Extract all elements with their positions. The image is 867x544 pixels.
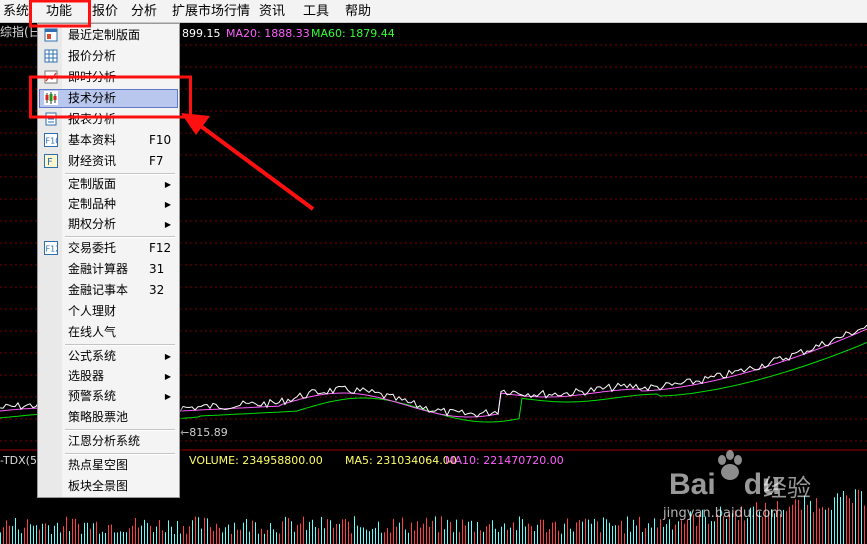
watermark-brand: Bai — [669, 468, 716, 501]
highlight-box-function-menu — [29, 0, 91, 28]
highlight-box-technical-analysis — [29, 75, 192, 119]
annotation-arrow-shaft — [196, 122, 315, 211]
watermark-product: 经验 — [763, 474, 811, 502]
watermark-url: jingyan.baidu.com — [663, 506, 783, 521]
baidu-jingyan-watermark: Bai du 经验 jingyan.baidu.com — [657, 450, 857, 530]
